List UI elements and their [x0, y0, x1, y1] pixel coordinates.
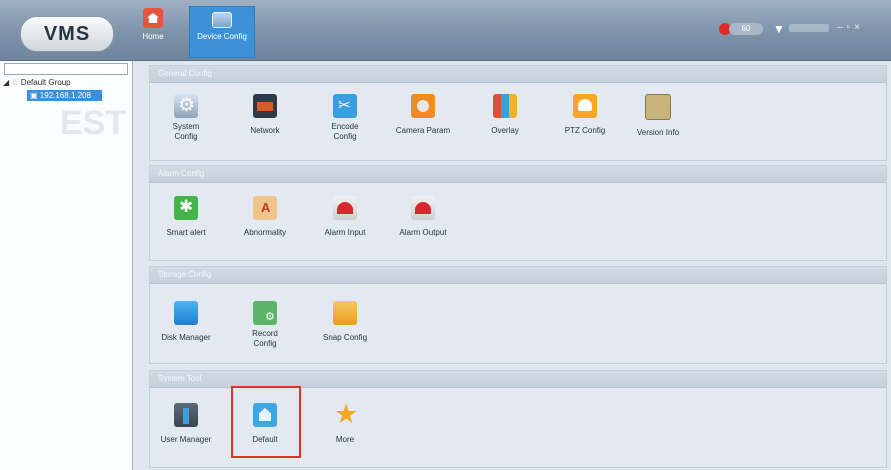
item-label: User Manager: [160, 435, 212, 444]
section-title: General Config: [158, 69, 212, 78]
overlay-icon: [493, 94, 517, 118]
alarm-input-item[interactable]: Alarm Input: [313, 196, 377, 238]
tree-root-default-group[interactable]: ◢ ♘ Default Group: [3, 78, 71, 87]
item-label: Alarm Input: [324, 228, 366, 237]
default-highlight-box: [231, 386, 301, 458]
tree-search-input[interactable]: [4, 63, 128, 75]
top-bar: VMS Home Device Config 60 ▼ –▫×: [0, 0, 891, 61]
network-icon: [253, 94, 277, 118]
home-icon: [143, 8, 163, 28]
abnormality-item[interactable]: Abnormality: [233, 196, 297, 238]
disk-icon: [174, 301, 198, 325]
user-icon[interactable]: ▼: [773, 22, 785, 36]
expand-icon[interactable]: ◢: [3, 78, 9, 87]
section-alarm-config: Alarm Config Smart alert Abnormality Ala…: [149, 165, 887, 261]
status-area: 60 ▼ –▫×: [719, 22, 879, 38]
item-label: Network: [250, 126, 280, 135]
section-system-tool: System Tool User Manager Default More: [149, 370, 887, 468]
config-content: General Config System Config Network Enc…: [133, 61, 891, 470]
system-config-item[interactable]: System Config: [154, 94, 218, 142]
ptz-camera-icon: [573, 94, 597, 118]
network-item[interactable]: Network: [233, 94, 297, 136]
smart-alert-item[interactable]: Smart alert: [154, 196, 218, 238]
section-header: Alarm Config: [150, 166, 886, 183]
alarm-light-icon: [333, 196, 357, 220]
ptz-config-item[interactable]: PTZ Config: [553, 94, 617, 136]
item-label: Encode Config: [331, 122, 359, 141]
user-manager-icon: [174, 403, 198, 427]
alarm-count-badge: 60: [729, 23, 763, 35]
running-man-icon: [174, 196, 198, 220]
item-label: Overlay: [491, 126, 519, 135]
section-header: Storage Config: [150, 267, 886, 284]
item-label: More: [335, 435, 355, 444]
record-config-item[interactable]: Record Config: [233, 301, 297, 349]
snapshot-folder-icon: [333, 301, 357, 325]
snap-config-item[interactable]: Snap Config: [313, 301, 377, 343]
item-label: Record Config: [252, 329, 278, 348]
item-label: Alarm Output: [399, 228, 447, 237]
abnormality-icon: [253, 196, 277, 220]
device-config-button[interactable]: Device Config: [189, 6, 255, 58]
overlay-item[interactable]: Overlay: [473, 94, 537, 136]
section-header: General Config: [150, 66, 886, 83]
item-label: PTZ Config: [564, 126, 606, 135]
alarm-output-item[interactable]: Alarm Output: [391, 196, 455, 238]
tree-device-label: 192.168.1.208: [39, 91, 91, 100]
item-label: Disk Manager: [161, 333, 211, 342]
star-icon: [333, 399, 358, 430]
section-title: Alarm Config: [158, 169, 205, 178]
vms-logo: VMS: [20, 16, 114, 52]
version-info-item[interactable]: Version Info: [626, 94, 690, 138]
home-label: Home: [142, 32, 164, 41]
item-label: Abnormality: [243, 228, 287, 237]
item-label: Version Info: [636, 128, 680, 137]
more-item[interactable]: More: [313, 399, 377, 445]
camera-param-item[interactable]: Camera Param: [391, 94, 455, 136]
section-storage-config: Storage Config Disk Manager Record Confi…: [149, 266, 887, 364]
encode-config-item[interactable]: Encode Config: [313, 94, 377, 142]
item-label: Camera Param: [395, 126, 451, 135]
system-config-icon: [174, 94, 198, 118]
tree-root-label: Default Group: [20, 78, 71, 87]
item-label: System Config: [172, 122, 200, 141]
encode-config-icon: [333, 94, 357, 118]
monitor-icon: [212, 12, 232, 28]
home-button[interactable]: Home: [138, 6, 168, 54]
version-info-icon: [645, 94, 671, 120]
user-name-field[interactable]: [789, 24, 829, 32]
device-icon: ▣: [30, 91, 38, 100]
record-config-icon: [253, 301, 277, 325]
item-label: Snap Config: [322, 333, 368, 342]
item-label: Smart alert: [166, 228, 206, 237]
alarm-light-icon: [411, 196, 435, 220]
section-title: Storage Config: [158, 270, 212, 279]
camera-icon: [411, 94, 435, 118]
window-controls[interactable]: –▫×: [837, 22, 864, 33]
user-manager-item[interactable]: User Manager: [154, 403, 218, 445]
section-general-config: General Config System Config Network Enc…: [149, 65, 887, 161]
disk-manager-item[interactable]: Disk Manager: [154, 301, 218, 343]
group-icon: ♘: [11, 78, 19, 87]
device-config-label: Device Config: [197, 32, 247, 41]
section-title: System Tool: [158, 374, 202, 383]
device-tree-panel: ◢ ♘ Default Group ▣ 192.168.1.208: [0, 61, 133, 470]
tree-item-device[interactable]: ▣ 192.168.1.208: [27, 90, 102, 101]
